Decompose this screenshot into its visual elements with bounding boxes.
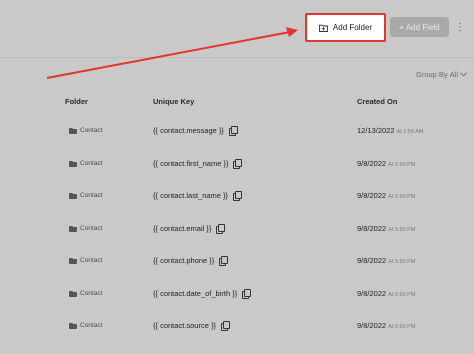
- created-date: 9/8/2022: [357, 256, 387, 265]
- copy-icon[interactable]: [242, 289, 252, 299]
- row-created-on: 9/8/2022 At 5:50 PM: [357, 289, 415, 298]
- table-header: Folder Unique Key Created On: [0, 97, 474, 111]
- folder-name: Contact: [80, 225, 103, 232]
- created-time: At 5:50 PM: [388, 259, 416, 265]
- column-header-created-on: Created On: [357, 97, 398, 106]
- created-date: 9/8/2022: [357, 191, 387, 200]
- row-created-on: 9/8/2022 At 5:50 PM: [357, 321, 415, 330]
- unique-key-text: {{ contact.phone }}: [153, 256, 215, 265]
- row-folder: Contact: [69, 257, 102, 264]
- row-folder: Contact: [69, 160, 102, 167]
- table-row[interactable]: Contact {{ contact.date_of_birth }} 9/8/20…: [0, 281, 474, 309]
- created-date: 9/8/2022: [357, 321, 387, 330]
- folder-icon: [69, 192, 77, 199]
- created-time: At 5:50 PM: [388, 324, 416, 330]
- group-by-dropdown[interactable]: Group By All: [416, 70, 467, 79]
- folder-icon: [69, 290, 77, 297]
- row-created-on: 9/8/2022 At 5:50 PM: [357, 256, 415, 265]
- row-folder: Contact: [69, 225, 102, 232]
- group-by-label: Group By: [416, 70, 448, 79]
- column-header-folder: Folder: [65, 97, 88, 106]
- group-by-value: All: [449, 70, 459, 79]
- copy-icon[interactable]: [233, 159, 243, 169]
- folder-plus-icon: [318, 24, 328, 32]
- folder-icon: [69, 160, 77, 167]
- created-time: At 5:50 PM: [388, 292, 416, 298]
- top-toolbar: Add Folder + Add Field ⋮: [0, 0, 474, 58]
- table-row[interactable]: Contact {{ contact.last_name }} 9/8/2022 At…: [0, 183, 474, 211]
- folder-icon: [69, 225, 77, 232]
- row-unique-key: {{ contact.first_name }}: [153, 159, 243, 169]
- unique-key-text: {{ contact.message }}: [153, 126, 224, 135]
- table-row[interactable]: Contact {{ contact.phone }} 9/8/2022 At 5:5…: [0, 248, 474, 276]
- created-time: At 5:50 PM: [388, 227, 416, 233]
- created-time: At 5:50 PM: [388, 194, 416, 200]
- row-created-on: 9/8/2022 At 5:50 PM: [357, 224, 415, 233]
- row-unique-key: {{ contact.source }}: [153, 321, 230, 331]
- created-date: 9/8/2022: [357, 159, 387, 168]
- folder-icon: [69, 322, 77, 329]
- row-unique-key: {{ contact.message }}: [153, 126, 238, 136]
- folder-name: Contact: [80, 160, 103, 167]
- row-unique-key: {{ contact.phone }}: [153, 256, 229, 266]
- unique-key-text: {{ contact.last_name }}: [153, 191, 229, 200]
- created-time: At 1:54 AM: [396, 129, 424, 135]
- row-folder: Contact: [69, 322, 102, 329]
- copy-icon[interactable]: [220, 321, 230, 331]
- table-row[interactable]: Contact {{ contact.first_name }} 9/8/2022 A…: [0, 151, 474, 179]
- add-folder-button[interactable]: Add Folder: [305, 13, 386, 42]
- row-unique-key: {{ contact.last_name }}: [153, 191, 243, 201]
- table-row[interactable]: Contact {{ contact.email }} 9/8/2022 At 5:5…: [0, 216, 474, 244]
- copy-icon[interactable]: [228, 126, 238, 136]
- row-created-on: 9/8/2022 At 5:50 PM: [357, 191, 415, 200]
- folder-name: Contact: [80, 192, 103, 199]
- more-options-icon[interactable]: ⋮: [455, 19, 465, 35]
- row-folder: Contact: [69, 127, 102, 134]
- created-date: 9/8/2022: [357, 289, 387, 298]
- row-folder: Contact: [69, 290, 102, 297]
- row-unique-key: {{ contact.date_of_birth }}: [153, 289, 252, 299]
- column-header-unique-key: Unique Key: [153, 97, 195, 106]
- folder-name: Contact: [80, 257, 103, 264]
- unique-key-text: {{ contact.date_of_birth }}: [153, 289, 238, 298]
- folder-icon: [69, 257, 77, 264]
- row-folder: Contact: [69, 192, 102, 199]
- add-field-label: + Add Field: [399, 22, 440, 32]
- folder-name: Contact: [80, 290, 103, 297]
- copy-icon[interactable]: [216, 224, 226, 234]
- row-created-on: 12/13/2022 At 1:54 AM: [357, 126, 423, 135]
- copy-icon[interactable]: [233, 191, 243, 201]
- chevron-down-icon: [460, 72, 467, 77]
- created-date: 12/13/2022: [357, 126, 395, 135]
- add-field-button[interactable]: + Add Field: [390, 17, 449, 37]
- copy-icon[interactable]: [219, 256, 229, 266]
- unique-key-text: {{ contact.first_name }}: [153, 159, 229, 168]
- row-unique-key: {{ contact.email }}: [153, 224, 226, 234]
- folder-icon: [69, 127, 77, 134]
- row-created-on: 9/8/2022 At 5:50 PM: [357, 159, 415, 168]
- folder-name: Contact: [80, 127, 103, 134]
- folder-name: Contact: [80, 322, 103, 329]
- created-date: 9/8/2022: [357, 224, 387, 233]
- table-row[interactable]: Contact {{ contact.source }} 9/8/2022 At 5:…: [0, 313, 474, 341]
- add-folder-label: Add Folder: [332, 23, 373, 32]
- created-time: At 5:50 PM: [388, 162, 416, 168]
- unique-key-text: {{ contact.source }}: [153, 321, 216, 330]
- table-row[interactable]: Contact {{ contact.message }} 12/13/2022 At…: [0, 118, 474, 146]
- unique-key-text: {{ contact.email }}: [153, 224, 212, 233]
